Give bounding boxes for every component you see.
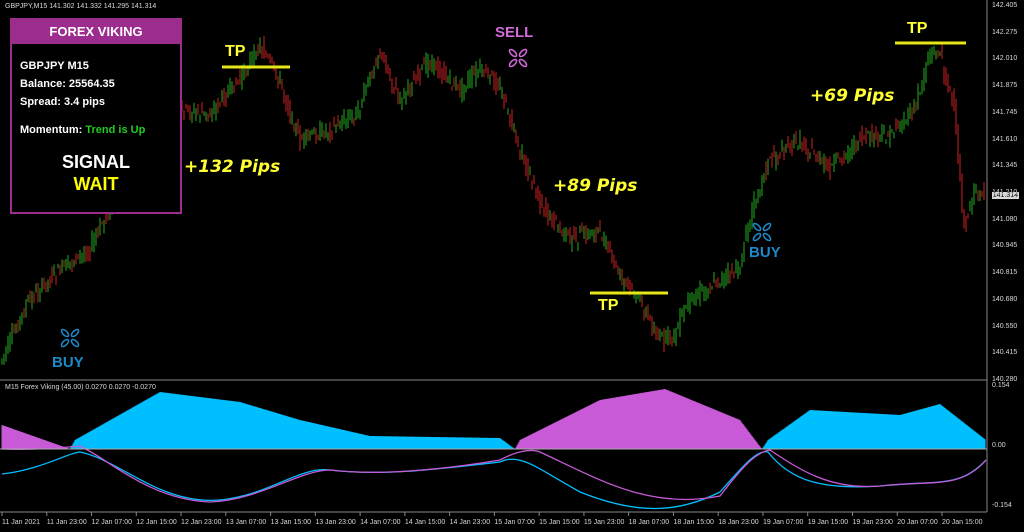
price-tick: 141.745 <box>992 108 1018 116</box>
panel-balance: Balance: 25564.35 <box>20 78 115 90</box>
tp-label-3: TP <box>907 20 928 37</box>
buy-icon <box>60 328 80 348</box>
date-tick: 20 Jan 07:00 <box>897 519 938 526</box>
date-tick: 18 Jan 23:00 <box>718 519 759 526</box>
price-tick: 141.080 <box>992 215 1018 223</box>
petal <box>60 338 70 348</box>
pips-label-69: +69 Pips <box>810 86 895 106</box>
price-tick: 140.415 <box>992 349 1018 357</box>
date-tick: 18 Jan 07:00 <box>628 519 670 526</box>
date-tick: 14 Jan 07:00 <box>360 519 401 526</box>
petal <box>508 48 518 58</box>
date-tick: 18 Jan 15:00 <box>673 519 714 526</box>
date-tick: 15 Jan 07:00 <box>494 519 535 526</box>
petal <box>752 232 762 242</box>
petal <box>518 48 528 58</box>
panel-momentum: Momentum: Trend is Up <box>20 124 145 136</box>
price-tick: 142.405 <box>992 2 1018 9</box>
date-tick: 12 Jan 07:00 <box>91 519 132 526</box>
tp-label-1: TP <box>225 43 246 60</box>
date-tick: 14 Jan 23:00 <box>449 519 491 526</box>
signal-line-purple <box>1 445 987 503</box>
price-tick: 140.680 <box>992 295 1018 303</box>
petal <box>518 58 528 68</box>
date-tick: 19 Jan 23:00 <box>852 519 893 526</box>
petal <box>762 232 772 242</box>
pips-label-89: +89 Pips <box>553 176 638 196</box>
date-tick: 15 Jan 23:00 <box>583 519 625 526</box>
buy-icon <box>752 222 772 242</box>
price-tick: 141.345 <box>992 162 1018 170</box>
date-tick: 20 Jan 15:00 <box>942 519 983 526</box>
date-tick: 13 Jan 23:00 <box>315 519 356 526</box>
date-tick: 11 Jan 23:00 <box>46 519 87 526</box>
date-tick: 13 Jan 07:00 <box>225 519 267 526</box>
sell-label: SELL <box>495 24 534 41</box>
date-tick: 19 Jan 07:00 <box>762 519 804 526</box>
price-tick: 141.610 <box>992 135 1018 143</box>
date-tick: 15 Jan 15:00 <box>539 519 580 526</box>
tp-label-2: TP <box>598 297 619 314</box>
signal-value: WAIT <box>73 174 119 194</box>
buy-label-2: BUY <box>749 244 781 261</box>
pips-label-132: +132 Pips <box>184 157 281 177</box>
date-tick: 12 Jan 23:00 <box>181 519 222 526</box>
petal <box>752 222 762 232</box>
petal <box>70 338 80 348</box>
signal-label: SIGNAL <box>61 152 130 172</box>
price-tick: 142.275 <box>992 28 1018 36</box>
petal <box>762 222 772 232</box>
panel-title: FOREX VIKING <box>12 20 180 44</box>
sell-icon <box>508 48 528 68</box>
signal-line-blue <box>1 451 987 510</box>
info-panel: FOREX VIKING GBPJPY M15 Balance: 25564.3… <box>10 18 182 214</box>
indicator-label: M15 Forex Viking (45.00) 0.0270 0.0270 -… <box>5 384 156 391</box>
price-tick: 140.945 <box>992 242 1018 250</box>
panel-spread: Spread: 3.4 pips <box>20 96 105 108</box>
momentum-label: Momentum: <box>20 124 83 136</box>
price-tick: 142.010 <box>992 55 1018 63</box>
indicator-tick: -0.154 <box>992 502 1012 509</box>
price-tick: 141.210 <box>992 189 1018 196</box>
date-tick: 12 Jan 15:00 <box>136 519 177 526</box>
date-tick: 11 Jan 2021 <box>2 519 41 526</box>
date-tick: 14 Jan 15:00 <box>404 519 446 526</box>
price-tick: 141.875 <box>992 82 1018 90</box>
buy-label-1: BUY <box>52 354 84 371</box>
panel-pair: GBPJPY M15 <box>20 60 89 72</box>
date-tick: 13 Jan 15:00 <box>270 519 312 526</box>
indicator-tick: 0.00 <box>992 442 1006 449</box>
petal <box>60 328 70 338</box>
indicator-tick: 0.154 <box>992 382 1010 389</box>
date-tick: 19 Jan 15:00 <box>807 519 849 526</box>
petal <box>70 328 80 338</box>
price-tick: 140.815 <box>992 269 1018 277</box>
price-tick: 140.550 <box>992 322 1018 330</box>
symbol-info: GBPJPY,M15 141.302 141.332 141.295 141.3… <box>5 3 157 10</box>
momentum-value: Trend is Up <box>85 124 146 136</box>
petal <box>508 58 518 68</box>
